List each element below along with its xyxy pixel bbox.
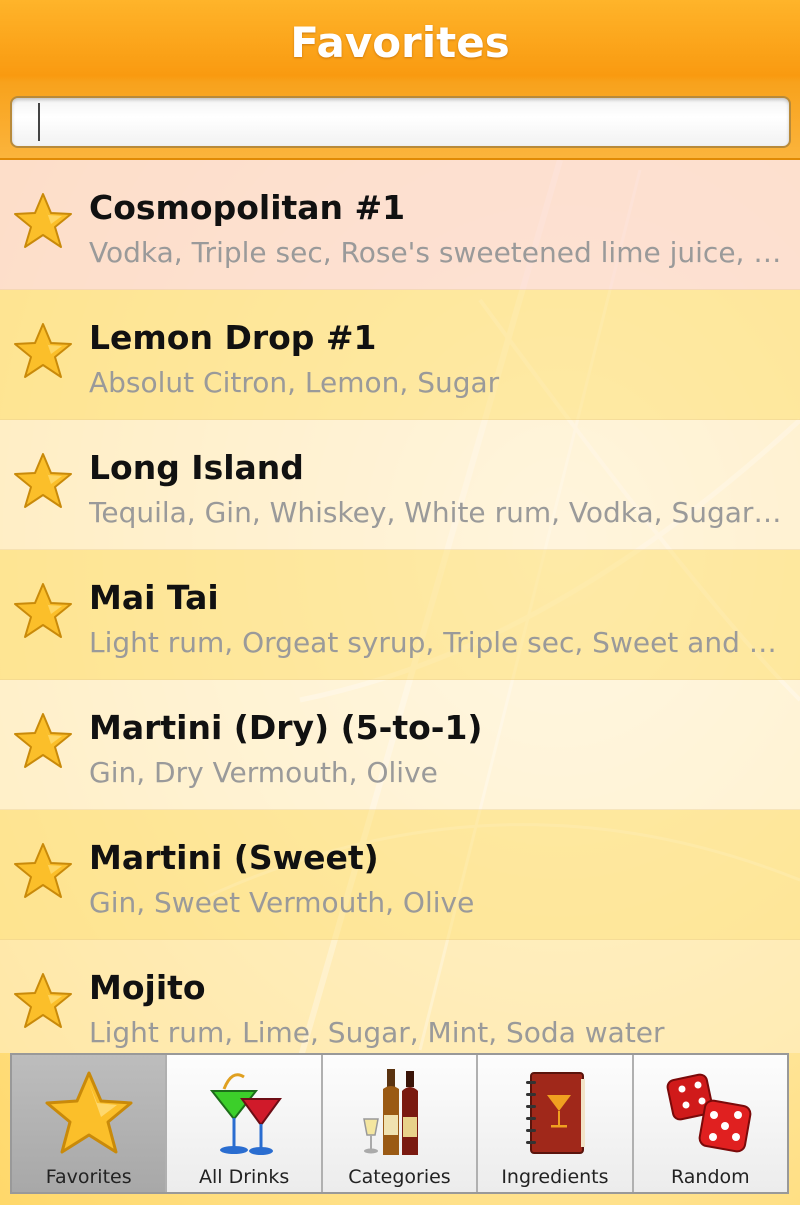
star-icon bbox=[14, 973, 72, 1028]
drink-ingredients: Gin, Dry Vermouth, Olive bbox=[89, 756, 438, 789]
text-caret bbox=[38, 103, 40, 141]
drink-ingredients: Gin, Sweet Vermouth, Olive bbox=[89, 886, 475, 919]
tab-label: All Drinks bbox=[198, 1166, 290, 1188]
cocktail-glasses-icon bbox=[210, 1073, 283, 1155]
drink-name: Martini (Sweet) bbox=[89, 838, 379, 877]
recipe-book-icon bbox=[525, 1072, 585, 1154]
list-item[interactable]: Cosmopolitan #1 Vodka, Triple sec, Rose'… bbox=[0, 160, 800, 290]
drink-ingredients: Absolut Citron, Lemon, Sugar bbox=[89, 366, 500, 399]
tab-all-drinks[interactable]: All Drinks bbox=[167, 1055, 323, 1192]
drink-ingredients: Light rum, Orgeat syrup, Triple sec, Swe… bbox=[89, 626, 789, 659]
tab-ingredients[interactable]: Ingredients bbox=[478, 1055, 634, 1192]
tab-label: Categories bbox=[348, 1166, 451, 1188]
drink-name: Mai Tai bbox=[89, 578, 219, 617]
search-input[interactable] bbox=[10, 96, 791, 148]
tab-random[interactable]: Random bbox=[633, 1055, 788, 1192]
star-icon bbox=[14, 843, 72, 898]
list-item[interactable]: Mai Tai Light rum, Orgeat syrup, Triple … bbox=[0, 550, 800, 680]
list-item[interactable]: Martini (Sweet) Gin, Sweet Vermouth, Oli… bbox=[0, 810, 800, 940]
tab-label: Random bbox=[670, 1166, 750, 1188]
list-item[interactable]: Lemon Drop #1 Absolut Citron, Lemon, Sug… bbox=[0, 290, 800, 420]
drink-ingredients: Vodka, Triple sec, Rose's sweetened lime… bbox=[89, 236, 789, 269]
drink-ingredients: Tequila, Gin, Whiskey, White rum, Vodka,… bbox=[89, 496, 789, 529]
drink-name: Mojito bbox=[89, 968, 206, 1007]
tab-label: Ingredients bbox=[501, 1166, 609, 1188]
star-icon bbox=[45, 1071, 133, 1154]
page-title: Favorites bbox=[290, 18, 510, 67]
favorites-list[interactable]: Cosmopolitan #1 Vodka, Triple sec, Rose'… bbox=[0, 160, 800, 1053]
tab-label: Favorites bbox=[45, 1166, 132, 1188]
drink-name: Cosmopolitan #1 bbox=[89, 188, 406, 227]
star-icon bbox=[14, 583, 72, 638]
star-icon bbox=[14, 323, 72, 378]
star-icon bbox=[14, 453, 72, 508]
tab-favorites[interactable]: Favorites bbox=[12, 1055, 168, 1192]
bottles-icon bbox=[362, 1069, 418, 1155]
drink-name: Martini (Dry) (5-to-1) bbox=[89, 708, 483, 747]
star-icon bbox=[14, 713, 72, 768]
drink-name: Long Island bbox=[89, 448, 304, 487]
list-item[interactable]: Mojito Light rum, Lime, Sugar, Mint, Sod… bbox=[0, 940, 800, 1053]
list-item[interactable]: Long Island Tequila, Gin, Whiskey, White… bbox=[0, 420, 800, 550]
tab-categories[interactable]: Categories bbox=[322, 1055, 479, 1192]
bottom-tab-bar: Favorites All Drinks Categories Ingredie… bbox=[10, 1053, 789, 1194]
drink-name: Lemon Drop #1 bbox=[89, 318, 377, 357]
dice-icon bbox=[666, 1073, 752, 1153]
list-item[interactable]: Martini (Dry) (5-to-1) Gin, Dry Vermouth… bbox=[0, 680, 800, 810]
drink-ingredients: Light rum, Lime, Sugar, Mint, Soda water bbox=[89, 1016, 665, 1049]
star-icon bbox=[14, 193, 72, 248]
